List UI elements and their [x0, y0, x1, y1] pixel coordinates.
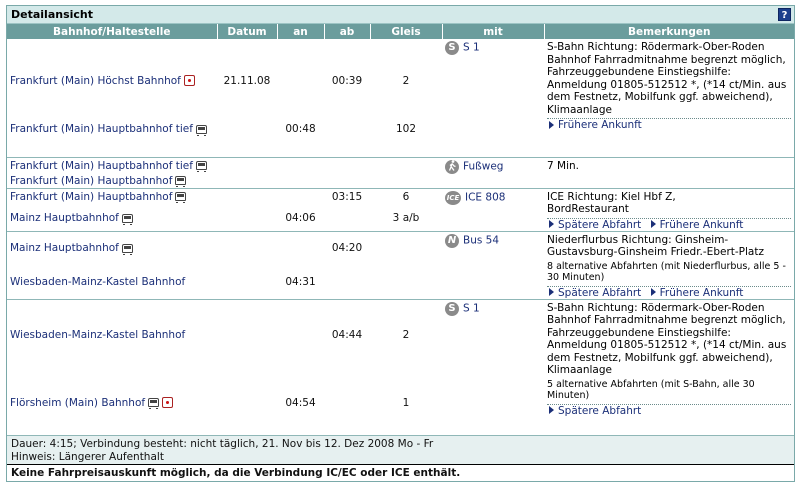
station-link[interactable]: Wiesbaden-Mainz-Kastel Bahnhof: [10, 329, 185, 341]
link-info-icon[interactable]: [162, 397, 174, 408]
train-icon: [121, 243, 133, 255]
station-link[interactable]: Frankfurt (Main) Hauptbahnhof: [10, 191, 172, 203]
help-icon[interactable]: ?: [778, 8, 791, 21]
product-label: Fußweg: [463, 160, 504, 172]
later-departure-link[interactable]: Spätere Abfahrt: [547, 405, 641, 417]
arr-cell: 04:31: [285, 275, 316, 288]
arrow-right-icon: [549, 406, 554, 414]
station-link[interactable]: Flörsheim (Main) Bahnhof: [10, 397, 145, 409]
product-link[interactable]: S 1: [463, 42, 480, 54]
col-header-with: mit: [442, 24, 545, 39]
remarks-text: 7 Min.: [544, 156, 794, 188]
station-link[interactable]: Wiesbaden-Mainz-Kastel Bahnhof: [10, 276, 185, 288]
remarks-text: ICE Richtung: Kiel Hbf Z, BordRestaurant: [547, 191, 791, 219]
remarks-text: Niederflurbus Richtung: Ginsheim-Gustavs…: [547, 233, 764, 259]
table-row: Frankfurt (Main) Hauptbahnhof tief Frank…: [7, 156, 794, 188]
train-icon: [121, 213, 133, 225]
track-cell: 3 a/b: [392, 212, 420, 224]
note-text: Hinweis: Längerer Aufenthalt: [11, 450, 164, 463]
action-links: Frühere Ankunft: [547, 119, 791, 131]
station-link[interactable]: Frankfurt (Main) Hauptbahnhof tief: [10, 160, 193, 172]
train-icon: [175, 192, 187, 203]
later-departure-link[interactable]: Spätere Abfahrt: [547, 219, 641, 231]
fare-warning: Keine Fahrpreisauskunft möglich, da die …: [7, 464, 794, 481]
table-row: Frankfurt (Main) Höchst Bahnhof 21.11.08…: [7, 39, 794, 131]
arrow-right-icon: [549, 288, 554, 296]
table-row: Mainz Hauptbahnhof 04:20 N Bus 54 Niederf…: [7, 230, 794, 299]
arr-cell: 04:54: [285, 396, 316, 409]
train-icon: [175, 176, 187, 187]
col-header-station: Bahnhof/Haltestelle: [7, 24, 218, 39]
s-bahn-icon: S: [445, 301, 459, 316]
dep-cell: 03:15: [324, 187, 370, 210]
action-links: Spätere Abfahrt Frühere Ankunft: [547, 219, 791, 231]
ice-icon: ICE: [445, 190, 461, 205]
panel-titlebar: Detailansicht ?: [7, 6, 794, 24]
col-header-arr: an: [277, 24, 325, 39]
earlier-arrival-link[interactable]: Frühere Ankunft: [649, 219, 743, 231]
station-link[interactable]: Mainz Hauptbahnhof: [10, 212, 119, 224]
earlier-arrival-link[interactable]: Frühere Ankunft: [649, 287, 743, 299]
panel-title: Detailansicht: [11, 8, 93, 21]
connection-footer: Dauer: 4:15; Verbindung besteht: nicht t…: [7, 435, 794, 481]
dep-cell: 00:39: [331, 74, 363, 87]
table-header-row: Bahnhof/Haltestelle Datum an ab Gleis mi…: [7, 24, 794, 39]
col-header-dep: ab: [324, 24, 371, 39]
arrow-right-icon: [549, 120, 554, 129]
table-row: Frankfurt (Main) Hauptbahnhof 03:15 6 IC…: [7, 187, 794, 231]
track-cell: 6: [370, 187, 442, 210]
dep-cell: 04:20: [324, 230, 370, 264]
arr-cell: 04:06: [285, 212, 316, 224]
track-cell: 2: [402, 74, 410, 87]
s-bahn-icon: S: [445, 41, 459, 55]
link-info-icon[interactable]: [183, 75, 195, 86]
footer-info: Dauer: 4:15; Verbindung besteht: nicht t…: [7, 435, 794, 464]
action-links: Spätere Abfahrt: [547, 405, 791, 417]
date-cell: 21.11.08: [223, 74, 271, 87]
station-link[interactable]: Frankfurt (Main) Hauptbahnhof tief: [10, 123, 193, 135]
train-icon: [148, 398, 160, 409]
alternatives-text: 5 alternative Abfahrten (mit S-Bahn, all…: [547, 379, 791, 405]
remarks-text: S-Bahn Richtung: Rödermark-Ober-Roden Ba…: [547, 301, 787, 377]
product-link[interactable]: ICE 808: [465, 191, 505, 203]
product-link[interactable]: Bus 54: [463, 234, 499, 246]
arr-cell: 00:48: [285, 123, 316, 135]
station-link[interactable]: Frankfurt (Main) Höchst Bahnhof: [10, 75, 181, 87]
arrow-right-icon: [650, 220, 656, 228]
earlier-arrival-link[interactable]: Frühere Ankunft: [547, 119, 642, 131]
later-departure-link[interactable]: Spätere Abfahrt: [547, 287, 641, 299]
action-links: Spätere Abfahrt Frühere Ankunft: [547, 287, 791, 299]
duration-text: Dauer: 4:15; Verbindung besteht: nicht t…: [11, 438, 434, 450]
station-link[interactable]: Frankfurt (Main) Hauptbahnhof: [10, 175, 172, 187]
track-cell: 1: [402, 396, 410, 409]
arrow-right-icon: [650, 288, 656, 296]
walk-icon: [445, 159, 459, 174]
alternatives-text: 8 alternative Abfahrten (mit Niederflurb…: [547, 261, 791, 287]
remarks-text: S-Bahn Richtung: Rödermark-Ober-Roden Ba…: [547, 41, 791, 119]
train-icon: [195, 161, 207, 172]
col-header-date: Datum: [217, 24, 278, 39]
dep-cell: 04:44: [324, 298, 370, 369]
bus-icon: N: [445, 233, 459, 248]
connection-table: Bahnhof/Haltestelle Datum an ab Gleis mi…: [7, 24, 794, 435]
col-header-track: Gleis: [370, 24, 443, 39]
col-header-remarks: Bemerkungen: [544, 24, 794, 39]
station-link[interactable]: Mainz Hauptbahnhof: [10, 242, 119, 254]
train-icon: [195, 124, 207, 136]
track-cell: 102: [395, 123, 417, 135]
table-row: Wiesbaden-Mainz-Kastel Bahnhof 04:44 2 S…: [7, 298, 794, 435]
product-link[interactable]: S 1: [463, 302, 480, 314]
track-cell: 2: [370, 298, 442, 369]
detail-view-panel: Detailansicht ? Bahnhof/Haltestelle Datu…: [6, 5, 795, 482]
arrow-right-icon: [549, 220, 554, 228]
